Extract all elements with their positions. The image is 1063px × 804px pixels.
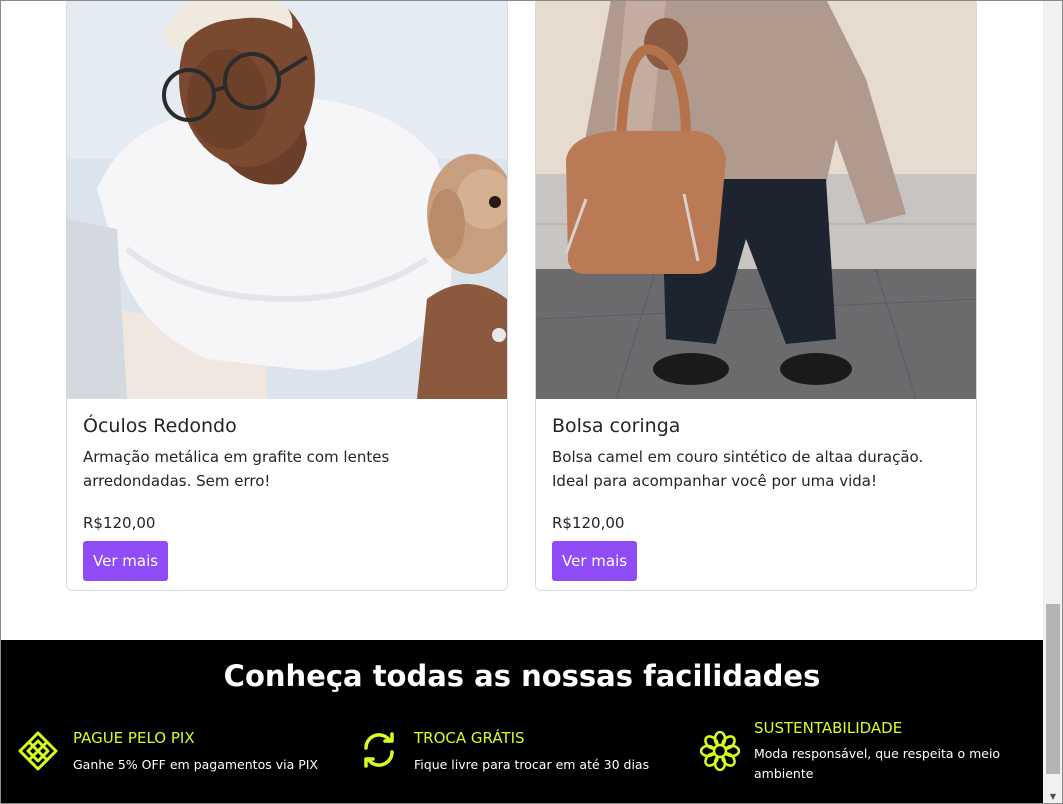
exchange-icon [360, 731, 398, 773]
product-image [67, 0, 507, 399]
scroll-down-icon[interactable]: ▼ [1043, 790, 1063, 804]
page-scrollbar[interactable]: ▼ [1043, 0, 1063, 804]
features-section: Conheça todas as nossas facilidades PAGU… [1, 640, 1043, 804]
scrollbar-thumb[interactable] [1046, 604, 1060, 774]
product-price: R$120,00 [83, 514, 156, 532]
product-price: R$120,00 [552, 514, 625, 532]
product-image [536, 0, 976, 399]
feature-description: Ganhe 5% OFF em pagamentos via PIX [73, 757, 318, 772]
pix-icon [18, 731, 58, 775]
product-description: Bolsa camel em couro sintético de altaa … [552, 448, 924, 490]
product-card-body: Óculos Redondo Armação metálica em grafi… [83, 414, 491, 581]
product-card-body: Bolsa coringa Bolsa camel em couro sinté… [552, 414, 960, 581]
see-more-button[interactable]: Ver mais [83, 541, 169, 581]
feature-title: SUSTENTABILIDADE [754, 719, 903, 737]
feature-exchange: TROCA GRÁTIS Fique livre para trocar em … [414, 728, 649, 775]
feature-pix: PAGUE PELO PIX Ganhe 5% OFF em pagamento… [73, 728, 318, 775]
product-title: Bolsa coringa [552, 415, 681, 437]
feature-description: Moda responsável, que respeita o meio am… [754, 746, 1001, 781]
product-card: Bolsa coringa Bolsa camel em couro sinté… [535, 0, 977, 591]
feature-title: TROCA GRÁTIS [414, 729, 525, 747]
section-title: Conheça todas as nossas facilidades [223, 659, 821, 693]
product-description: Armação metálica em grafite com lentes a… [83, 448, 390, 490]
feature-description: Fique livre para trocar em até 30 dias [414, 757, 650, 772]
see-more-button[interactable]: Ver mais [552, 541, 638, 581]
feature-sustainability: SUSTENTABILIDADE Moda responsável, que r… [754, 718, 1004, 784]
flower-icon [699, 730, 741, 775]
product-title: Óculos Redondo [83, 415, 237, 437]
product-card: Óculos Redondo Armação metálica em grafi… [66, 0, 508, 591]
feature-title: PAGUE PELO PIX [73, 729, 195, 747]
